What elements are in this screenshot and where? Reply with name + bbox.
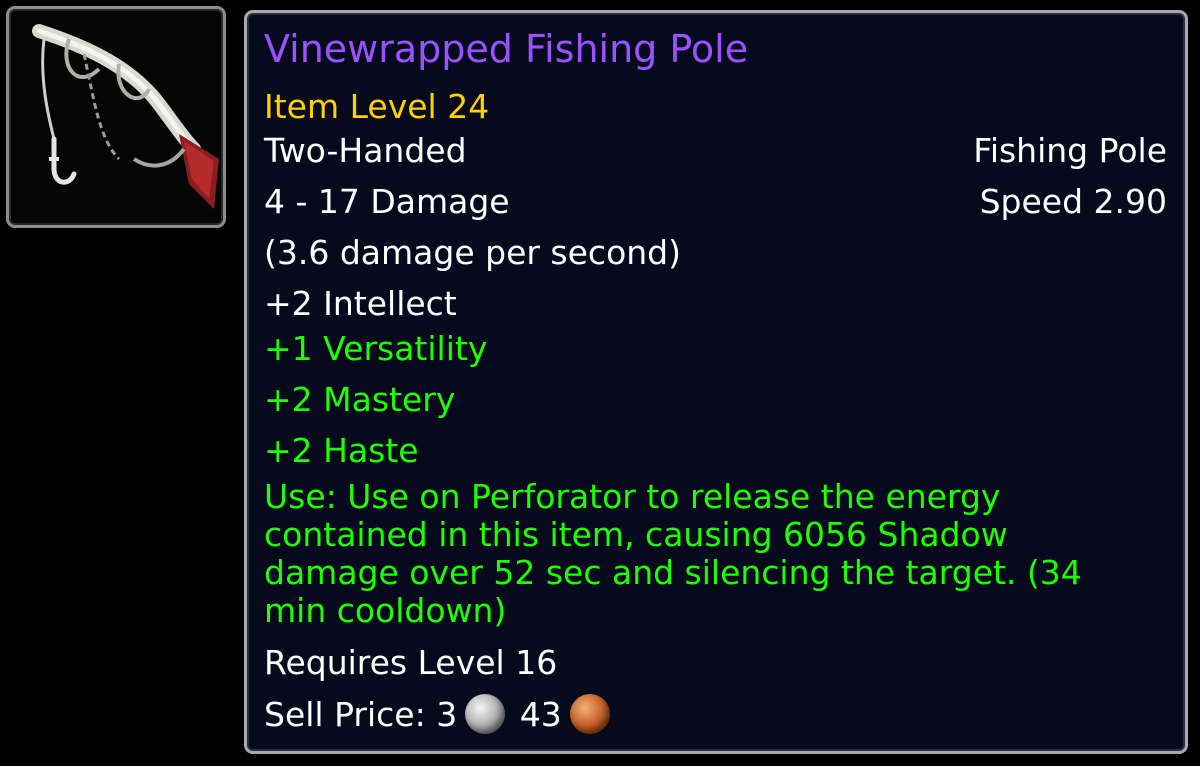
stat-mastery: +2 Mastery xyxy=(264,380,456,419)
copper-coin-icon xyxy=(569,694,610,734)
item-level: Item Level 24 xyxy=(264,87,490,126)
required-level: Requires Level 16 xyxy=(264,643,558,682)
stat-intellect: +2 Intellect xyxy=(264,284,457,323)
weapon-type: Fishing Pole xyxy=(973,131,1167,170)
stat-versatility: +1 Versatility xyxy=(264,329,488,368)
silver-coin-icon xyxy=(465,694,506,734)
item-slot: Two-Handed xyxy=(264,131,467,170)
weapon-dps: (3.6 damage per second) xyxy=(264,233,681,272)
use-effect-line: Use: Use on Perforator to release the en… xyxy=(264,477,1001,516)
use-effect-line: min cooldown) xyxy=(264,591,507,630)
fishing-pole-icon xyxy=(32,24,219,209)
use-effect-line: damage over 52 sec and silencing the tar… xyxy=(264,553,1082,592)
item-name: Vinewrapped Fishing Pole xyxy=(264,27,749,71)
sell-price: Sell Price: 3 43 xyxy=(264,694,614,735)
sell-price-label: Sell Price: xyxy=(264,695,426,734)
use-effect-line: contained in this item, causing 6056 Sha… xyxy=(264,515,1008,554)
weapon-damage: 4 - 17 Damage xyxy=(264,182,510,221)
stat-haste: +2 Haste xyxy=(264,431,419,470)
item-tooltip: Vinewrapped Fishing Pole Item Level 24 T… xyxy=(244,10,1188,754)
weapon-speed: Speed 2.90 xyxy=(979,182,1167,221)
sell-silver-amount: 3 xyxy=(436,695,458,734)
item-icon-frame[interactable] xyxy=(6,6,226,228)
sell-copper-amount: 43 xyxy=(519,695,562,734)
use-effect-text: Use: Use on Perforator to release the en… xyxy=(264,478,1179,630)
